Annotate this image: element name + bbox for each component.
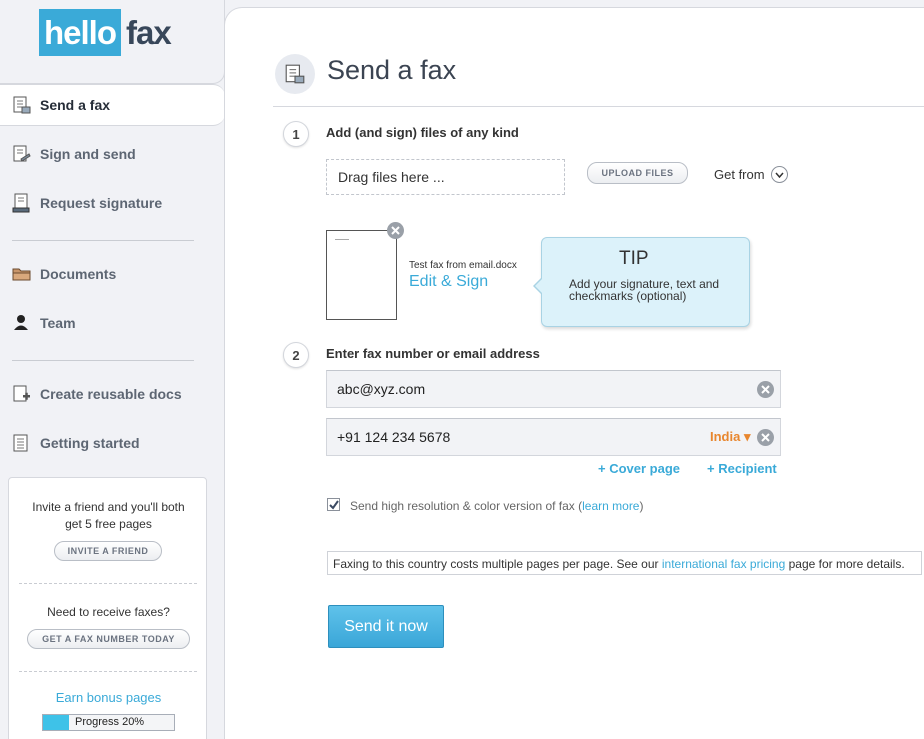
- logo-area: hello fax: [0, 0, 225, 84]
- country-selector[interactable]: India ▾: [710, 429, 750, 445]
- sidebar-item-send-a-fax[interactable]: Send a fax: [0, 84, 225, 126]
- sidebar-item-label: Create reusable docs: [40, 386, 182, 402]
- sidebar-item-label: Team: [40, 315, 76, 331]
- promo-divider: [19, 583, 197, 584]
- add-recipient-link[interactable]: + Recipient: [707, 461, 777, 476]
- progress-label: Progress 20%: [75, 716, 145, 728]
- add-doc-icon: [13, 385, 30, 402]
- nav-divider: [12, 360, 194, 361]
- add-cover-page-link[interactable]: + Cover page: [598, 461, 680, 476]
- page-title: Send a fax: [327, 55, 457, 85]
- international-fax-pricing-link[interactable]: international fax pricing: [662, 557, 785, 571]
- email-input[interactable]: [327, 371, 780, 407]
- notice-text: Faxing to this country costs multiple pa…: [333, 557, 662, 571]
- logo-fax: fax: [126, 13, 172, 51]
- file-name: Test fax from email.docx: [409, 260, 517, 271]
- earn-bonus-pages-link[interactable]: Earn bonus pages: [9, 690, 208, 705]
- edit-and-sign-link[interactable]: Edit & Sign: [409, 273, 488, 291]
- sidebar: hello fax Send a fax Sign and send Reque…: [0, 0, 225, 739]
- promo-divider: [19, 671, 197, 672]
- learn-more-link[interactable]: learn more: [582, 499, 639, 513]
- sidebar-item-label: Send a fax: [40, 97, 111, 113]
- sidebar-item-sign-and-send[interactable]: Sign and send: [0, 133, 225, 175]
- title-divider: [273, 106, 924, 107]
- receive-faxes-text: Need to receive faxes?: [47, 605, 170, 619]
- sidebar-item-team[interactable]: Team: [0, 302, 225, 344]
- request-signature-icon: [12, 193, 30, 213]
- email-field[interactable]: [326, 370, 781, 408]
- tip-title: TIP: [619, 248, 649, 269]
- tip-callout: TIP Add your signature, text and checkma…: [533, 237, 750, 327]
- sidebar-item-label: Documents: [40, 266, 117, 282]
- high-resolution-text-end: ): [639, 499, 644, 513]
- document-thumbnail[interactable]: [326, 230, 397, 320]
- high-resolution-label: Send high resolution & color version of …: [350, 499, 643, 513]
- tip-text: Add your signature, text and checkmarks …: [569, 277, 720, 303]
- sidebar-item-label: Request signature: [40, 195, 163, 211]
- doc-list-icon: [13, 434, 28, 452]
- main-panel: Send a fax 1 Add (and sign) files of any…: [224, 7, 924, 739]
- sidebar-item-label: Getting started: [40, 435, 140, 451]
- folder-icon: [12, 268, 31, 281]
- step-2-number: 2: [283, 342, 309, 368]
- step-1-label: Add (and sign) files of any kind: [326, 125, 519, 140]
- sidebar-item-request-signature[interactable]: Request signature: [0, 182, 225, 224]
- checkmark-icon: [328, 499, 339, 510]
- clear-email-icon[interactable]: [757, 381, 774, 398]
- sign-doc-icon: [13, 145, 31, 162]
- clear-fax-number-icon[interactable]: [757, 429, 774, 446]
- fax-number-field[interactable]: India ▾: [326, 418, 781, 456]
- progress-bar: Progress 20%: [42, 714, 175, 731]
- high-resolution-text: Send high resolution & color version of …: [350, 499, 583, 513]
- sidebar-item-create-reusable-docs[interactable]: Create reusable docs: [0, 373, 225, 415]
- fax-doc-icon: [13, 96, 31, 114]
- remove-file-icon[interactable]: [387, 222, 404, 239]
- file-drop-zone[interactable]: Drag files here ...: [326, 159, 565, 195]
- upload-files-button[interactable]: UPLOAD FILES: [587, 162, 688, 184]
- title-fax-icon: [275, 54, 315, 94]
- promo-box: Invite a friend and you'll both get 5 fr…: [8, 477, 207, 739]
- pricing-notice: Faxing to this country costs multiple pa…: [327, 551, 922, 575]
- get-from-label: Get from: [714, 167, 765, 182]
- hellofax-logo[interactable]: hello fax: [39, 9, 172, 56]
- notice-text-end: page for more details.: [785, 557, 905, 571]
- nav-divider: [12, 240, 194, 241]
- invite-friend-button[interactable]: INVITE A FRIEND: [54, 541, 162, 561]
- sidebar-item-documents[interactable]: Documents: [0, 253, 225, 295]
- chevron-down-icon[interactable]: [770, 166, 788, 183]
- high-resolution-checkbox[interactable]: [327, 498, 340, 511]
- invite-text: Invite a friend and you'll both get 5 fr…: [32, 500, 185, 531]
- logo-hello: hello: [39, 9, 122, 56]
- step-1-number: 1: [283, 121, 309, 147]
- sidebar-item-getting-started[interactable]: Getting started: [0, 422, 225, 464]
- get-from-dropdown[interactable]: Get from: [714, 166, 788, 183]
- person-icon: [14, 315, 28, 330]
- send-it-now-button[interactable]: Send it now: [328, 605, 444, 648]
- get-fax-number-button[interactable]: GET A FAX NUMBER TODAY: [27, 629, 190, 649]
- step-2-label: Enter fax number or email address: [326, 346, 540, 361]
- sidebar-item-label: Sign and send: [40, 146, 136, 162]
